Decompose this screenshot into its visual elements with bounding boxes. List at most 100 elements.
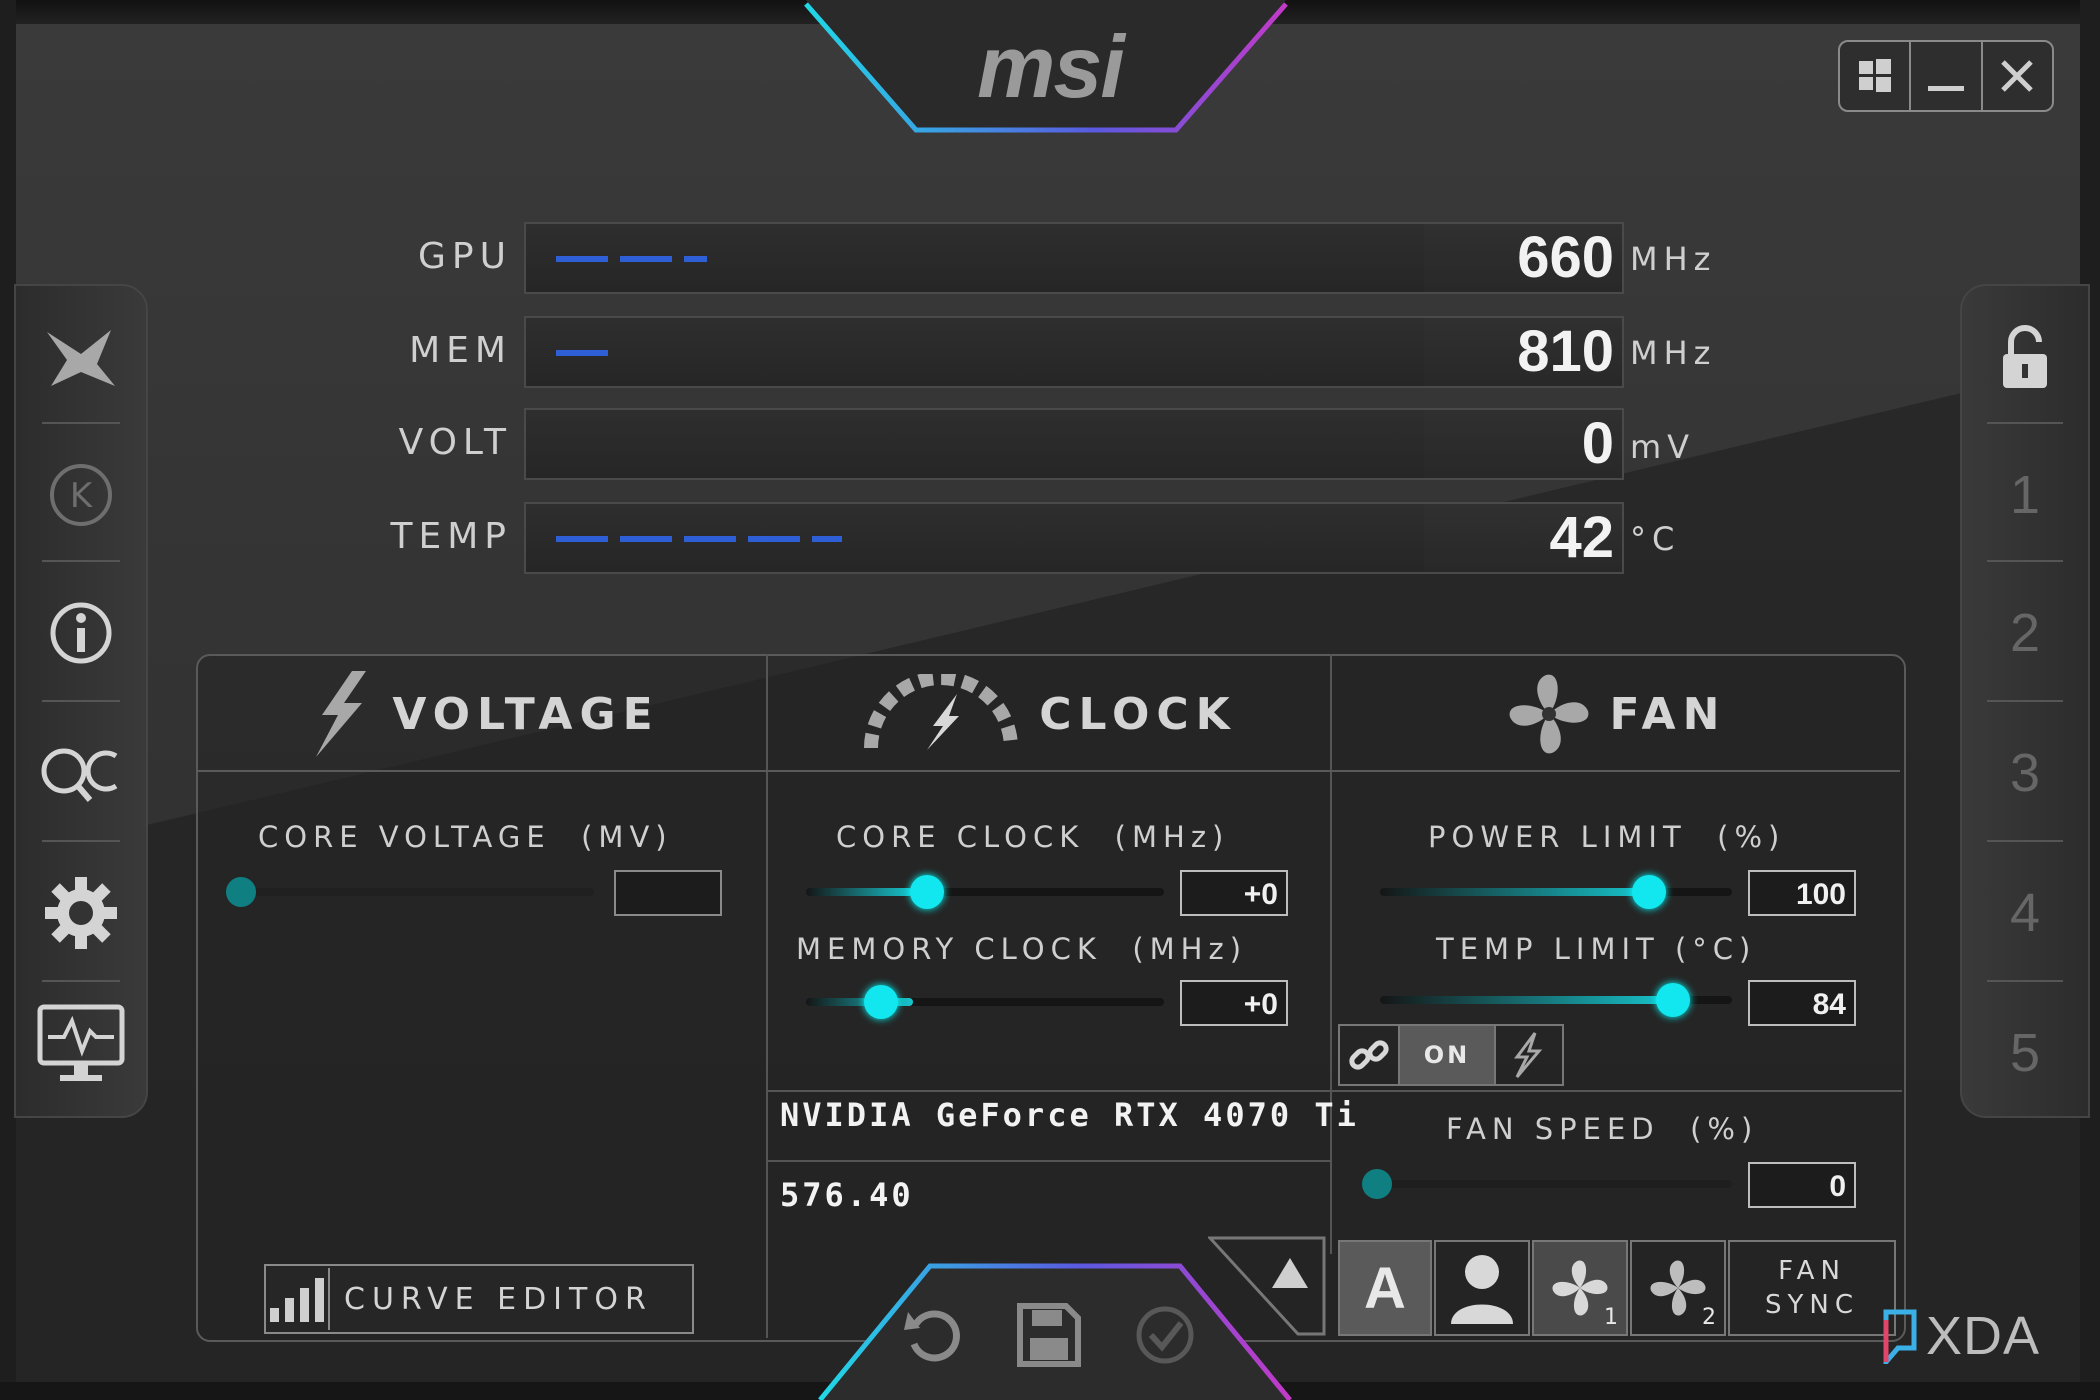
power-limit-slider[interactable]	[1380, 888, 1732, 896]
memory-clock-label: MEMORY CLOCK (MHz)	[796, 932, 1247, 966]
clock-header[interactable]: CLOCK	[768, 660, 1330, 768]
minimize-icon[interactable]	[1911, 42, 1983, 110]
temp-limit-slider-fill	[1380, 996, 1676, 1004]
oc-scanner-icon[interactable]	[16, 704, 146, 842]
fan-sync-line2: SYNC	[1765, 1290, 1859, 1320]
msi-dragon-icon[interactable]	[16, 290, 146, 428]
fan-speed-slider[interactable]	[1380, 1180, 1732, 1188]
memory-clock-unit: (MHz)	[1132, 932, 1248, 966]
profile-1-button[interactable]: 1	[1962, 426, 2088, 564]
kombustor-icon[interactable]: K	[16, 426, 146, 564]
profile-number: 5	[2009, 1023, 2041, 1083]
save-icon[interactable]	[1014, 1300, 1084, 1370]
memory-clock-input[interactable]: +0	[1180, 980, 1288, 1026]
link-icon[interactable]	[1340, 1026, 1398, 1084]
settings-icon[interactable]	[16, 844, 146, 982]
mem-unit: MHz	[1630, 334, 1717, 372]
voltage-title: VOLTAGE	[392, 688, 660, 740]
triangle-up-icon[interactable]	[1270, 1256, 1310, 1290]
gpu-bar-fill	[556, 256, 707, 262]
temp-limit-knob[interactable]	[1656, 983, 1690, 1017]
bar-chart-icon	[266, 1268, 330, 1330]
core-voltage-slider[interactable]	[244, 888, 594, 896]
profile-4-button[interactable]: 4	[1962, 844, 2088, 982]
fan-2-sub: 2	[1702, 1305, 1716, 1330]
power-limit-input[interactable]: 100	[1748, 870, 1856, 916]
windows-icon[interactable]	[1840, 42, 1912, 110]
sidebar-separator	[1987, 422, 2063, 424]
volt-unit: mV	[1630, 428, 1696, 466]
profile-number: 3	[2009, 743, 2041, 803]
sidebar-separator	[42, 840, 120, 842]
power-limit-knob[interactable]	[1632, 875, 1666, 909]
gpu-info-separator	[768, 1160, 1330, 1162]
sidebar-separator	[42, 422, 120, 424]
power-limit-unit: (%)	[1717, 820, 1786, 854]
fan-speed-knob[interactable]	[1362, 1169, 1392, 1199]
xda-logo-icon	[1883, 1309, 1917, 1364]
user-icon	[1451, 1255, 1513, 1324]
power-boost-icon[interactable]	[1496, 1026, 1558, 1084]
fan-speed-input[interactable]: 0	[1748, 1162, 1856, 1208]
memory-clock-text: MEMORY CLOCK	[796, 932, 1102, 966]
sidebar-separator	[42, 700, 120, 702]
user-fan-button[interactable]	[1434, 1240, 1530, 1336]
apply-icon[interactable]	[1130, 1300, 1200, 1370]
gpu-name: NVIDIA GeForce RTX 4070 Ti	[780, 1096, 1359, 1134]
mem-label: MEM	[409, 330, 512, 371]
speedometer-icon	[864, 674, 1019, 750]
sidebar-separator	[42, 560, 120, 562]
profile-5-button[interactable]: 5	[1962, 984, 2088, 1122]
profile-3-button[interactable]: 3	[1962, 704, 2088, 842]
mem-value-box: 810	[1424, 316, 1624, 388]
clock-title: CLOCK	[1039, 688, 1237, 740]
power-limit-slider-fill	[1380, 888, 1650, 896]
temp-limit-input[interactable]: 84	[1748, 980, 1856, 1026]
close-icon[interactable]	[1983, 42, 2052, 110]
xda-text: XDA	[1926, 1306, 2041, 1366]
temp-label: TEMP	[390, 516, 512, 557]
fan-speed-unit: (%)	[1690, 1112, 1759, 1146]
core-voltage-label: CORE VOLTAGE (MV)	[258, 820, 673, 854]
fan-1-icon	[1552, 1260, 1608, 1316]
svg-text:K: K	[70, 476, 94, 516]
fan-header[interactable]: FAN	[1332, 660, 1900, 768]
memory-clock-slider[interactable]	[806, 998, 1164, 1006]
reset-icon[interactable]	[898, 1300, 968, 1370]
core-voltage-input[interactable]	[614, 870, 722, 916]
link-on-toggle[interactable]: ON	[1398, 1026, 1496, 1084]
lock-icon[interactable]	[1962, 290, 2088, 428]
info-icon[interactable]	[16, 564, 146, 702]
memory-clock-knob[interactable]	[864, 985, 898, 1019]
afterburner-window: msi K 1 2 3 4 5 GPU 660 MHz MEM 810 MHz …	[0, 0, 2100, 1400]
sidebar-separator	[1987, 560, 2063, 562]
lightning-icon	[316, 671, 367, 757]
curve-editor-button[interactable]: CURVE EDITOR	[264, 1264, 694, 1334]
voltage-header[interactable]: VOLTAGE	[198, 660, 766, 768]
profile-number: 4	[2009, 883, 2041, 943]
core-voltage-knob[interactable]	[226, 877, 256, 907]
fan2-button[interactable]: 2	[1630, 1240, 1726, 1336]
fan1-button[interactable]: 1	[1532, 1240, 1628, 1336]
fan-sync-line1: FAN	[1778, 1256, 1846, 1286]
monitor-icon[interactable]	[16, 976, 146, 1114]
core-clock-unit: (MHz)	[1114, 820, 1230, 854]
temp-bar	[524, 502, 1428, 574]
auto-fan-button[interactable]: A	[1338, 1240, 1432, 1336]
fan-2-icon	[1650, 1260, 1706, 1316]
gpu-bar	[524, 222, 1428, 294]
profile-2-button[interactable]: 2	[1962, 564, 2088, 702]
core-voltage-text: CORE VOLTAGE	[258, 820, 551, 854]
mem-value: 810	[1517, 319, 1614, 384]
core-clock-knob[interactable]	[910, 875, 944, 909]
sidebar-right: 1 2 3 4 5	[1960, 284, 2090, 1118]
core-clock-text: CORE CLOCK	[836, 820, 1085, 854]
curve-editor-label: CURVE EDITOR	[344, 1281, 653, 1317]
core-voltage-unit: (MV)	[581, 820, 673, 854]
fan-sync-button[interactable]: FAN SYNC	[1728, 1240, 1896, 1336]
temp-value-box: 42	[1424, 502, 1624, 574]
core-clock-input[interactable]: +0	[1180, 870, 1288, 916]
power-limit-label: POWER LIMIT (%)	[1428, 820, 1785, 854]
driver-version: 576.40	[780, 1176, 914, 1214]
core-clock-slider[interactable]	[806, 888, 1164, 896]
